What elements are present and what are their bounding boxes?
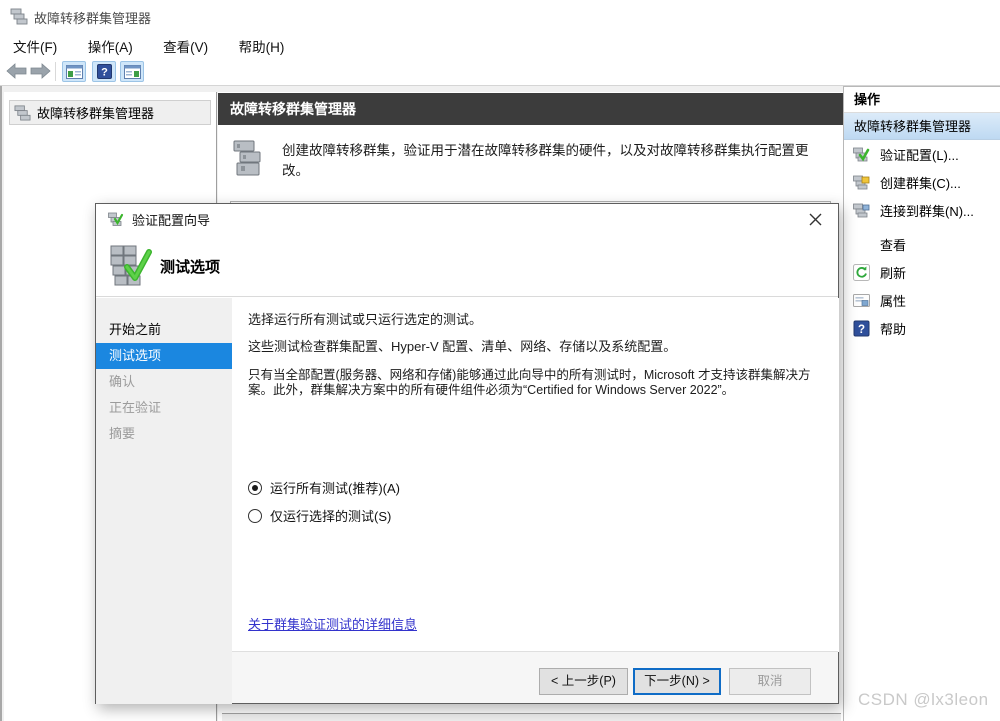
forward-icon[interactable] [30, 63, 51, 79]
toolbar: ? [0, 58, 1000, 86]
action-label: 刷新 [880, 265, 907, 281]
action-label: 帮助 [880, 321, 907, 337]
action-label: 创建群集(C)... [880, 175, 961, 191]
console-tree-icon [65, 64, 83, 79]
wizard-title: 验证配置向导 [132, 212, 211, 228]
window-title: 故障转移群集管理器 [34, 11, 152, 26]
tree-item-failover-cluster-manager[interactable]: 故障转移群集管理器 [9, 100, 211, 125]
cluster-node-icon [14, 105, 31, 121]
actions-selected-scope[interactable]: 故障转移群集管理器 [844, 113, 1000, 140]
window-titlebar: 故障转移群集管理器 [0, 0, 1000, 30]
wizard-paragraph-3: 只有当全部配置(服务器、网络和存储)能够通过此向导中的所有测试时，Microso… [248, 368, 811, 398]
action-label: 属性 [880, 293, 907, 309]
center-groupbox-bottom-edge [222, 713, 841, 721]
refresh-icon [853, 263, 870, 281]
step-testing-options: 测试选项 [96, 343, 232, 369]
actions-pane-title: 操作 [844, 87, 1000, 113]
center-description-text: 创建故障转移群集，验证用于潜在故障转移群集的硬件，以及对故障转移群集执行配置更改… [282, 143, 809, 178]
cluster-create-icon [853, 175, 870, 189]
radio-label: 运行所有测试(推荐)(A) [270, 481, 400, 496]
action-help[interactable]: ? 帮助 [844, 314, 1000, 342]
console-tree-toggle-button[interactable] [62, 61, 86, 82]
wizard-close-button[interactable] [800, 206, 830, 232]
action-label: 验证配置(L)... [880, 147, 959, 163]
wizard-steps-panel: 开始之前 测试选项 确认 正在验证 摘要 [96, 298, 232, 704]
step-before-you-begin: 开始之前 [109, 322, 162, 337]
radio-run-all-tests[interactable]: 运行所有测试(推荐)(A) [248, 478, 400, 497]
csdn-watermark: CSDN @lx3leon [858, 690, 989, 709]
next-button[interactable]: 下一步(N) > [633, 668, 721, 695]
actions-pane: 操作 故障转移群集管理器 验证配置(L)... 创建群集(C)... 连接到群集… [843, 86, 1000, 721]
app-window: 故障转移群集管理器 文件(F) 操作(A) 查看(V) 帮助(H) ? 故障转移… [0, 0, 1000, 721]
wizard-content: 选择运行所有测试或只运行选定的测试。 这些测试检查群集配置、Hyper-V 配置… [232, 298, 839, 652]
help-icon: ? [853, 320, 870, 336]
action-properties[interactable]: 属性 [844, 286, 1000, 314]
radio-selected-icon[interactable] [248, 480, 262, 495]
wizard-paragraph-1: 选择运行所有测试或只运行选定的测试。 [248, 312, 483, 327]
properties-icon [853, 293, 870, 307]
action-validate-configuration[interactable]: 验证配置(L)... [844, 140, 1000, 168]
validate-configuration-wizard: 验证配置向导 测试选项 开始之前 测试选项 确认 正在验证 摘要 选择运行所有测… [95, 203, 839, 704]
wizard-heading: 测试选项 [160, 259, 221, 276]
back-icon[interactable] [6, 63, 27, 79]
wizard-titlebar[interactable]: 验证配置向导 [96, 204, 838, 234]
toolbar-help-button[interactable]: ? [92, 61, 116, 82]
wizard-paragraph-2: 这些测试检查群集配置、Hyper-V 配置、清单、网络、存储以及系统配置。 [248, 339, 677, 354]
test-options-icon [110, 245, 152, 286]
radio-run-selected-tests[interactable]: 仅运行选择的测试(S) [248, 506, 391, 525]
menu-help[interactable]: 帮助(H) [226, 31, 298, 58]
cluster-app-icon [10, 8, 28, 25]
radio-unselected-icon[interactable] [248, 508, 262, 523]
wizard-header: 测试选项 [96, 234, 838, 297]
cluster-validation-details-link[interactable]: 关于群集验证测试的详细信息 [248, 614, 417, 633]
center-description-row: 创建故障转移群集，验证用于潜在故障转移群集的硬件，以及对故障转移群集执行配置更改… [218, 125, 843, 205]
toolbar-separator [55, 62, 56, 81]
back-button[interactable]: < 上一步(P) [539, 668, 628, 695]
center-pane-header: 故障转移群集管理器 [218, 93, 843, 125]
action-view[interactable]: 查看 [844, 230, 1000, 258]
action-label: 查看 [880, 237, 907, 253]
wizard-footer: < 上一步(P) 下一步(N) > 取消 [232, 651, 838, 703]
action-create-cluster[interactable]: 创建群集(C)... [844, 168, 1000, 196]
svg-text:?: ? [858, 323, 865, 335]
wizard-title-icon [108, 212, 124, 226]
action-label: 连接到群集(N)... [880, 203, 974, 219]
close-icon [809, 213, 821, 225]
tree-item-label: 故障转移群集管理器 [37, 106, 155, 121]
cluster-validate-icon [853, 147, 870, 161]
menu-file[interactable]: 文件(F) [0, 31, 70, 58]
cluster-connect-icon [853, 203, 870, 217]
action-refresh[interactable]: 刷新 [844, 258, 1000, 286]
menu-bar: 文件(F) 操作(A) 查看(V) 帮助(H) [0, 31, 1000, 58]
cluster-large-icon [233, 140, 261, 176]
cancel-button[interactable]: 取消 [729, 668, 811, 695]
help-icon: ? [96, 64, 112, 79]
step-summary: 摘要 [109, 426, 136, 441]
svg-text:?: ? [101, 67, 108, 79]
action-connect-to-cluster[interactable]: 连接到群集(N)... [844, 196, 1000, 224]
step-confirmation: 确认 [109, 374, 136, 389]
action-pane-icon [123, 64, 141, 79]
step-validating: 正在验证 [109, 400, 162, 415]
menu-view[interactable]: 查看(V) [150, 31, 221, 58]
radio-label: 仅运行选择的测试(S) [270, 509, 392, 524]
menu-action[interactable]: 操作(A) [75, 31, 146, 58]
action-pane-toggle-button[interactable] [120, 61, 144, 82]
